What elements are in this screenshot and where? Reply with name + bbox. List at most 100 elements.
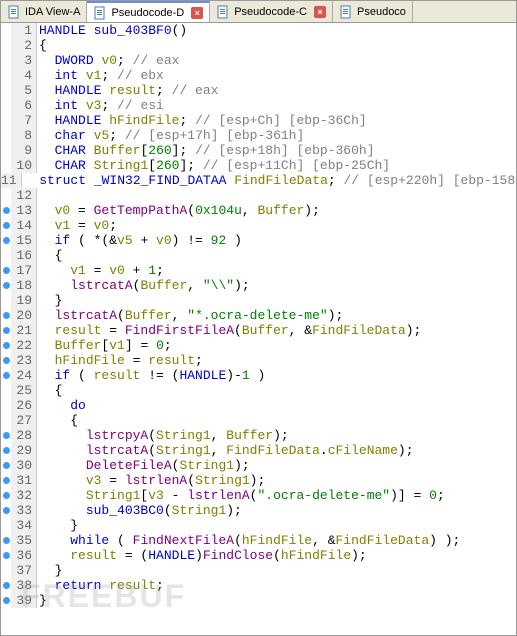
code-line[interactable]: 9 CHAR Buffer[260]; // [esp+18h] [ebp-36…	[1, 143, 516, 158]
code-line[interactable]: 34 }	[1, 518, 516, 533]
code-line[interactable]: 19 }	[1, 293, 516, 308]
breakpoint-gutter[interactable]	[1, 518, 11, 533]
breakpoint-gutter[interactable]	[1, 563, 11, 578]
tab-3[interactable]: Pseudoco	[333, 1, 413, 22]
breakpoint-gutter[interactable]	[1, 473, 11, 488]
breakpoint-gutter[interactable]	[1, 53, 11, 68]
code-line[interactable]: 5 HANDLE result; // eax	[1, 83, 516, 98]
code-line[interactable]: 32 String1[v3 - lstrlenA(".ocra-delete-m…	[1, 488, 516, 503]
code-text: HANDLE sub_403BF0()	[37, 23, 516, 38]
breakpoint-gutter[interactable]	[1, 278, 11, 293]
breakpoint-gutter[interactable]	[1, 293, 11, 308]
breakpoint-gutter[interactable]	[1, 443, 11, 458]
breakpoint-gutter[interactable]	[1, 593, 11, 608]
document-icon	[216, 5, 230, 19]
code-line[interactable]: 10 CHAR String1[260]; // [esp+11Ch] [ebp…	[1, 158, 516, 173]
breakpoint-gutter[interactable]	[1, 338, 11, 353]
breakpoint-gutter[interactable]	[1, 458, 11, 473]
tab-0[interactable]: IDA View-A	[1, 1, 87, 22]
code-line[interactable]: 31 v3 = lstrlenA(String1);	[1, 473, 516, 488]
code-line[interactable]: 30 DeleteFileA(String1);	[1, 458, 516, 473]
code-text: {	[37, 38, 516, 53]
code-line[interactable]: 8 char v5; // [esp+17h] [ebp-361h]	[1, 128, 516, 143]
line-number: 25	[11, 383, 37, 398]
tab-2[interactable]: Pseudocode-C×	[210, 1, 333, 22]
code-line[interactable]: 37 }	[1, 563, 516, 578]
code-text: Buffer[v1] = 0;	[37, 338, 516, 353]
breakpoint-gutter[interactable]	[1, 23, 11, 38]
breakpoint-gutter[interactable]	[1, 188, 11, 203]
breakpoint-gutter[interactable]	[1, 503, 11, 518]
breakpoint-gutter[interactable]	[1, 113, 11, 128]
breakpoint-gutter[interactable]	[1, 548, 11, 563]
breakpoint-gutter[interactable]	[1, 98, 11, 113]
code-line[interactable]: 36 result = (HANDLE)FindClose(hFindFile)…	[1, 548, 516, 563]
code-line[interactable]: 13 v0 = GetTempPathA(0x104u, Buffer);	[1, 203, 516, 218]
code-line[interactable]: 18 lstrcatA(Buffer, "\\");	[1, 278, 516, 293]
code-line[interactable]: 6 int v3; // esi	[1, 98, 516, 113]
code-line[interactable]: 16 {	[1, 248, 516, 263]
code-line[interactable]: 29 lstrcatA(String1, FindFileData.cFileN…	[1, 443, 516, 458]
code-line[interactable]: 4 int v1; // ebx	[1, 68, 516, 83]
breakpoint-gutter[interactable]	[1, 428, 11, 443]
breakpoint-gutter[interactable]	[1, 398, 11, 413]
code-line[interactable]: 24 if ( result != (HANDLE)-1 )	[1, 368, 516, 383]
tab-1[interactable]: Pseudocode-D×	[87, 1, 210, 22]
breakpoint-gutter[interactable]	[1, 353, 11, 368]
code-line[interactable]: 2{	[1, 38, 516, 53]
code-line[interactable]: 23 hFindFile = result;	[1, 353, 516, 368]
code-line[interactable]: 7 HANDLE hFindFile; // [esp+Ch] [ebp-36C…	[1, 113, 516, 128]
code-line[interactable]: 35 while ( FindNextFileA(hFindFile, &Fin…	[1, 533, 516, 548]
line-number: 22	[11, 338, 37, 353]
breakpoint-gutter[interactable]	[1, 218, 11, 233]
breakpoint-gutter[interactable]	[1, 83, 11, 98]
code-lines[interactable]: 1HANDLE sub_403BF0()2{3 DWORD v0; // eax…	[1, 23, 516, 635]
line-number: 15	[11, 233, 37, 248]
breakpoint-gutter[interactable]	[1, 578, 11, 593]
close-icon[interactable]: ×	[314, 6, 326, 18]
code-line[interactable]: 22 Buffer[v1] = 0;	[1, 338, 516, 353]
code-line[interactable]: 25 {	[1, 383, 516, 398]
breakpoint-gutter[interactable]	[1, 263, 11, 278]
breakpoint-dot-icon	[3, 477, 10, 484]
code-text: return result;	[37, 578, 516, 593]
breakpoint-gutter[interactable]	[1, 488, 11, 503]
breakpoint-gutter[interactable]	[1, 203, 11, 218]
code-text: struct _WIN32_FIND_DATAA FindFileData; /…	[22, 173, 516, 188]
close-icon[interactable]: ×	[191, 7, 203, 19]
code-line[interactable]: 11 struct _WIN32_FIND_DATAA FindFileData…	[1, 173, 516, 188]
code-line[interactable]: 12	[1, 188, 516, 203]
code-line[interactable]: 33 sub_403BC0(String1);	[1, 503, 516, 518]
breakpoint-gutter[interactable]	[1, 368, 11, 383]
breakpoint-gutter[interactable]	[1, 413, 11, 428]
breakpoint-gutter[interactable]	[1, 308, 11, 323]
code-text: v1 = v0;	[37, 218, 516, 233]
code-line[interactable]: 28 lstrcpyA(String1, Buffer);	[1, 428, 516, 443]
breakpoint-gutter[interactable]	[1, 383, 11, 398]
code-line[interactable]: 38 return result;	[1, 578, 516, 593]
code-line[interactable]: 1HANDLE sub_403BF0()	[1, 23, 516, 38]
breakpoint-gutter[interactable]	[1, 323, 11, 338]
code-line[interactable]: 26 do	[1, 398, 516, 413]
breakpoint-gutter[interactable]	[1, 233, 11, 248]
breakpoint-gutter[interactable]	[1, 68, 11, 83]
code-line[interactable]: 3 DWORD v0; // eax	[1, 53, 516, 68]
breakpoint-gutter[interactable]	[1, 158, 11, 173]
breakpoint-gutter[interactable]	[1, 248, 11, 263]
code-line[interactable]: 21 result = FindFirstFileA(Buffer, &Find…	[1, 323, 516, 338]
code-line[interactable]: 15 if ( *(&v5 + v0) != 92 )	[1, 233, 516, 248]
document-icon	[339, 5, 353, 19]
breakpoint-gutter[interactable]	[1, 128, 11, 143]
code-line[interactable]: 27 {	[1, 413, 516, 428]
breakpoint-gutter[interactable]	[1, 533, 11, 548]
breakpoint-gutter[interactable]	[1, 38, 11, 53]
code-line[interactable]: 20 lstrcatA(Buffer, "*.ocra-delete-me");	[1, 308, 516, 323]
code-line[interactable]: 14 v1 = v0;	[1, 218, 516, 233]
code-line[interactable]: 17 v1 = v0 + 1;	[1, 263, 516, 278]
line-number: 11	[1, 173, 22, 188]
breakpoint-dot-icon	[3, 582, 10, 589]
code-text: lstrcpyA(String1, Buffer);	[37, 428, 516, 443]
code-line[interactable]: 39}	[1, 593, 516, 608]
breakpoint-gutter[interactable]	[1, 143, 11, 158]
code-text: {	[37, 413, 516, 428]
